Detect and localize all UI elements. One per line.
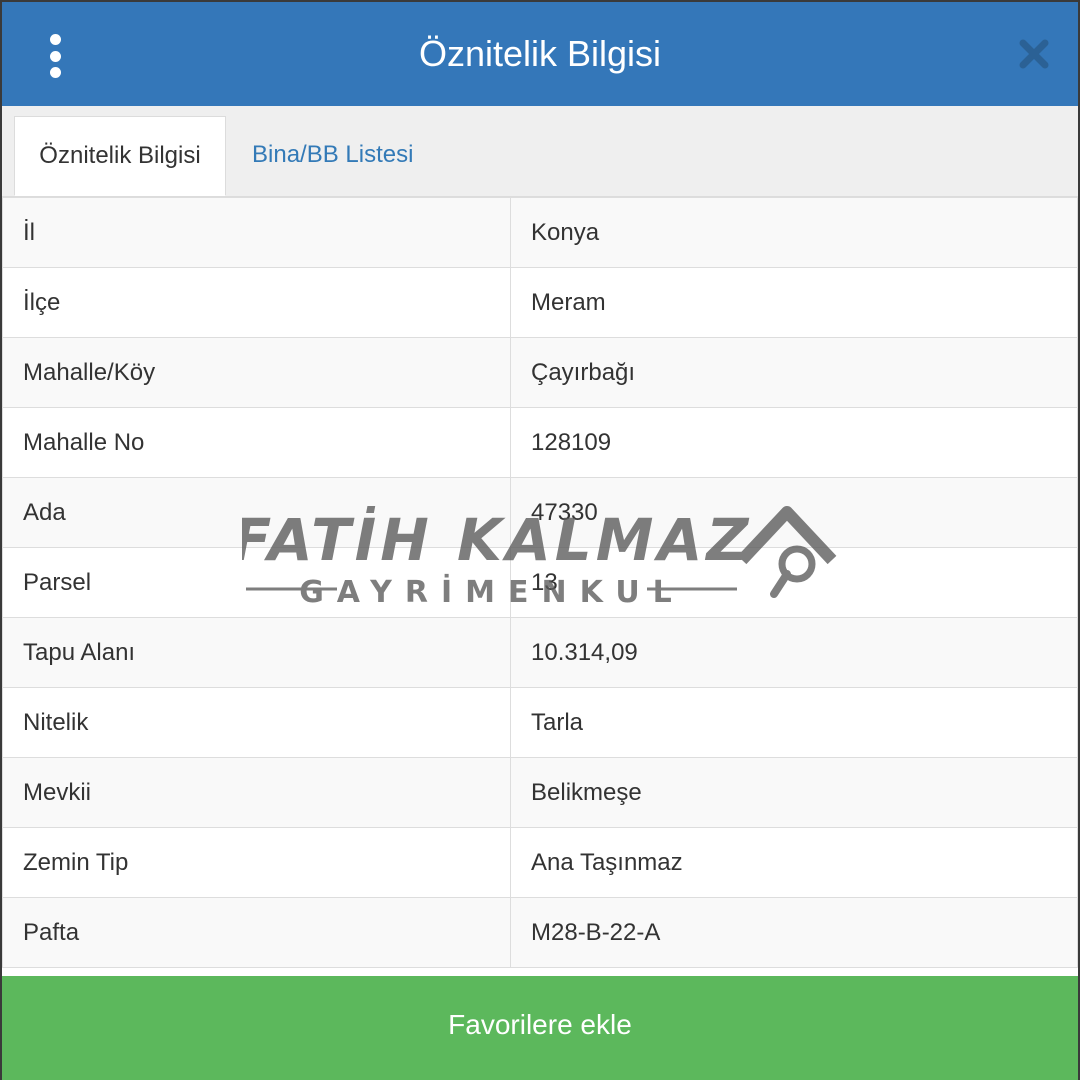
tab-building-list[interactable]: Bina/BB Listesi [234, 116, 431, 196]
attribute-value: M28-B-22-A [510, 897, 1078, 968]
tab-attribute-info[interactable]: Öznitelik Bilgisi [14, 116, 226, 196]
dialog-header: Öznitelik Bilgisi [2, 2, 1078, 106]
attribute-key: Mahalle No [2, 407, 511, 478]
table-row: Mevkii Belikmeşe [2, 757, 1078, 828]
dialog-title: Öznitelik Bilgisi [418, 33, 662, 74]
attribute-key: Mahalle/Köy [2, 337, 511, 408]
attribute-value: Çayırbağı [510, 337, 1078, 408]
table-row: İl Konya [2, 197, 1078, 268]
attribute-key: Nitelik [2, 687, 511, 758]
table-row: Ada 47330 [2, 477, 1078, 548]
attribute-key: Mevkii [2, 757, 511, 828]
attribute-value: Ana Taşınmaz [510, 827, 1078, 898]
table-row: Mahalle No 128109 [2, 407, 1078, 478]
attribute-key: Tapu Alanı [2, 617, 511, 688]
attribute-key: Ada [2, 477, 511, 548]
tab-bar: Öznitelik Bilgisi Bina/BB Listesi [2, 106, 1078, 197]
attribute-value: Konya [510, 197, 1078, 268]
attribute-dialog: Öznitelik Bilgisi Öznitelik Bilgisi Bina… [2, 2, 1078, 1080]
attribute-value: 10.314,09 [510, 617, 1078, 688]
attribute-value: 128109 [510, 407, 1078, 478]
attribute-key: Pafta [2, 897, 511, 968]
close-button[interactable] [1016, 36, 1052, 72]
table-row: Pafta M28-B-22-A [2, 897, 1078, 968]
table-row: Parsel 13 [2, 547, 1078, 618]
table-row: Tapu Alanı 10.314,09 [2, 617, 1078, 688]
table-row: İlçe Meram [2, 267, 1078, 338]
attribute-key: İlçe [2, 267, 511, 338]
table-row: Zemin Tip Ana Taşınmaz [2, 827, 1078, 898]
add-to-favorites-button[interactable]: Favorilere ekle [2, 976, 1078, 1080]
attribute-key: İl [2, 197, 511, 268]
close-x-icon [1019, 39, 1049, 69]
table-row: Mahalle/Köy Çayırbağı [2, 337, 1078, 408]
attribute-key: Parsel [2, 547, 511, 618]
attribute-value: 13 [510, 547, 1078, 618]
attribute-value: Meram [510, 267, 1078, 338]
attribute-table: İl Konya İlçe Meram Mahalle/Köy Çayırbağı Maha… [2, 197, 1078, 968]
attribute-value: Belikmeşe [510, 757, 1078, 828]
attribute-value: Tarla [510, 687, 1078, 758]
attribute-key: Zemin Tip [2, 827, 511, 898]
table-row: Nitelik Tarla [2, 687, 1078, 758]
attribute-value: 47330 [510, 477, 1078, 548]
